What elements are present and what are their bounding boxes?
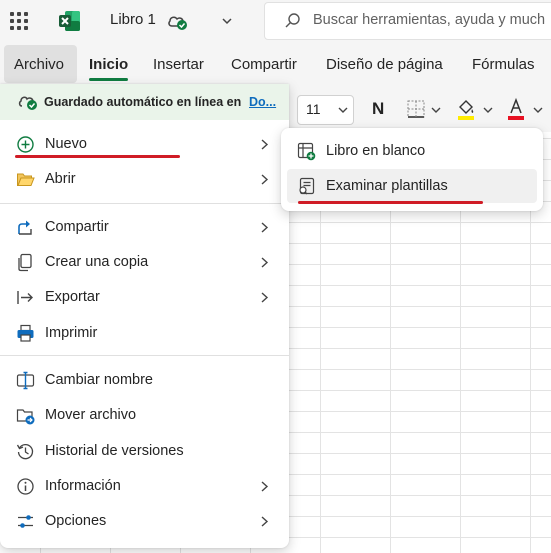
export-icon (17, 291, 33, 304)
menu-item-label: Exportar (45, 289, 100, 305)
menu-item-imprimir[interactable]: Imprimir (0, 316, 289, 351)
copy-icon (18, 253, 32, 272)
menu-item-abrir[interactable]: Abrir (0, 162, 289, 197)
chevron-right-icon (261, 481, 269, 492)
menu-item-label: Nuevo (45, 136, 87, 152)
menu-item-label: Crear una copia (45, 254, 149, 270)
tab-insertar[interactable]: Insertar (153, 56, 204, 73)
folder-open-icon (17, 173, 35, 186)
options-icon (18, 515, 33, 528)
chevron-right-icon (261, 222, 269, 233)
chevron-right-icon (261, 174, 269, 185)
submenu-item-label: Libro en blanco (326, 143, 426, 159)
menu-item-label: Compartir (45, 219, 109, 235)
chevron-down-icon[interactable] (482, 104, 494, 116)
submenu-item-label: Examinar plantillas (326, 178, 448, 194)
menu-item-informacion[interactable]: Información (0, 469, 289, 504)
menu-item-crear-copia[interactable]: Crear una copia (0, 245, 289, 280)
menu-item-mover-archivo[interactable]: Mover archivo (0, 398, 289, 433)
borders-icon[interactable] (406, 99, 426, 119)
search-placeholder: Buscar herramientas, ayuda y much (313, 12, 546, 28)
chevron-right-icon (261, 139, 269, 150)
menu-divider (0, 203, 289, 204)
menu-item-compartir[interactable]: Compartir (0, 210, 289, 245)
chevron-right-icon (261, 257, 269, 268)
autosave-banner: Guardado automático en línea en Do... (0, 84, 289, 120)
excel-logo-icon (59, 11, 80, 31)
menu-item-exportar[interactable]: Exportar (0, 280, 289, 315)
tab-archivo[interactable]: Archivo (14, 56, 64, 73)
menu-item-label: Mover archivo (45, 407, 137, 423)
plus-circle-icon (17, 136, 34, 153)
active-tab-indicator (89, 78, 128, 81)
submenu-item-examinar-plantillas[interactable]: Examinar plantillas (287, 169, 537, 203)
chevron-right-icon (261, 292, 269, 303)
menu-item-historial[interactable]: Historial de versiones (0, 434, 289, 469)
new-submenu: Libro en blanco Examinar plantillas (281, 128, 543, 211)
menu-item-label: Historial de versiones (45, 443, 184, 459)
chevron-right-icon (261, 516, 269, 527)
chevron-down-icon[interactable] (220, 14, 234, 28)
menu-item-label: Opciones (45, 513, 107, 529)
rename-icon (16, 371, 35, 390)
chevron-down-icon[interactable] (532, 104, 544, 116)
file-menu: Guardado automático en línea en Do... Nu… (0, 84, 289, 548)
chevron-down-icon (338, 107, 348, 113)
share-icon (18, 220, 32, 235)
menu-item-label: Información (45, 478, 121, 494)
app-launcher-icon[interactable] (10, 12, 28, 30)
red-annotation-underline (298, 201, 483, 204)
history-icon (16, 444, 34, 460)
menu-item-label: Abrir (45, 171, 76, 187)
autosave-location-link[interactable]: Do... (249, 95, 276, 109)
search-icon (285, 13, 300, 28)
printer-icon (17, 324, 34, 342)
menu-item-cambiar-nombre[interactable]: Cambiar nombre (0, 363, 289, 398)
move-folder-icon (16, 409, 35, 425)
red-annotation-underline (15, 155, 180, 158)
tab-formulas[interactable]: Fórmulas (472, 56, 535, 73)
autosave-text: Guardado automático en línea en (44, 95, 242, 109)
cloud-saved-icon (168, 16, 187, 30)
bold-button[interactable]: N (372, 99, 384, 119)
menu-item-opciones[interactable]: Opciones (0, 504, 289, 539)
submenu-item-libro-blanco[interactable]: Libro en blanco (287, 134, 537, 168)
menu-item-label: Cambiar nombre (45, 372, 153, 388)
cloud-saved-icon (18, 96, 37, 110)
blank-workbook-icon (297, 142, 316, 161)
info-icon (17, 478, 34, 495)
tab-diseno-pagina[interactable]: Diseño de página (326, 56, 443, 73)
workbook-title[interactable]: Libro 1 (110, 11, 156, 28)
fill-color-icon[interactable] (456, 97, 476, 121)
font-color-icon[interactable] (506, 97, 526, 121)
menu-item-label: Imprimir (45, 325, 98, 341)
templates-icon (299, 177, 315, 195)
font-size-value: 11 (306, 101, 321, 117)
tab-inicio[interactable]: Inicio (89, 56, 128, 73)
tab-compartir[interactable]: Compartir (231, 56, 297, 73)
menu-divider (0, 355, 289, 356)
chevron-down-icon[interactable] (430, 104, 442, 116)
